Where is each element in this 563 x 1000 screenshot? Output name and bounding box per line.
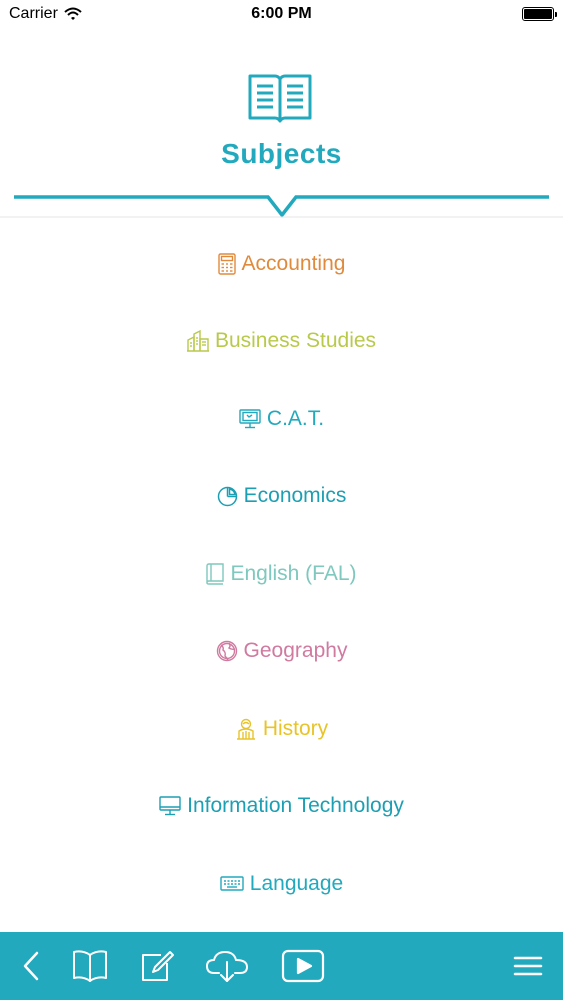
- menu-button[interactable]: [510, 946, 546, 986]
- subject-item-geography[interactable]: Geography: [0, 613, 563, 691]
- subject-label: Language: [249, 871, 344, 895]
- status-time: 6:00 PM: [251, 5, 312, 22]
- buildings-icon: [186, 330, 209, 352]
- page-title: Subjects: [221, 138, 342, 169]
- video-button[interactable]: [280, 946, 326, 986]
- subject-item-cat[interactable]: C.A.T.: [0, 380, 563, 458]
- edit-note-icon: [142, 951, 174, 981]
- status-bar: Carrier 6:00 PM: [0, 0, 563, 30]
- subject-item-business-studies[interactable]: Business Studies: [0, 303, 563, 381]
- subject-item-language[interactable]: Language: [0, 845, 563, 923]
- globe-icon: [216, 641, 237, 662]
- subject-item-economics[interactable]: Economics: [0, 458, 563, 536]
- header: Subjects: [0, 60, 563, 220]
- download-button[interactable]: [204, 946, 250, 986]
- notes-button[interactable]: [138, 946, 176, 986]
- subject-list: Accounting Business Studies C.A.T. Econo…: [0, 225, 563, 923]
- monitor-icon: [159, 796, 181, 816]
- subject-item-english[interactable]: English (FAL): [0, 535, 563, 613]
- open-book-icon: [73, 950, 107, 982]
- subject-item-history[interactable]: History: [0, 690, 563, 768]
- subject-label: Economics: [243, 484, 347, 508]
- header-divider: [0, 195, 563, 218]
- subject-item-information-technology[interactable]: Information Technology: [0, 768, 563, 846]
- keyboard-icon: [220, 876, 244, 891]
- subject-label: Information Technology: [187, 794, 404, 818]
- back-button[interactable]: [14, 946, 48, 986]
- subject-item-accounting[interactable]: Accounting: [0, 225, 563, 303]
- library-button[interactable]: [70, 946, 110, 986]
- subject-label: English (FAL): [230, 561, 357, 585]
- play-video-icon: [281, 949, 325, 983]
- book-icon: [206, 563, 225, 585]
- subject-label: History: [262, 716, 329, 740]
- subject-label: C.A.T.: [266, 406, 325, 430]
- open-book-icon: [248, 74, 312, 123]
- calculator-icon: [217, 253, 236, 275]
- subject-label: Accounting: [241, 251, 346, 275]
- hamburger-menu-icon: [513, 956, 543, 976]
- monument-icon: [236, 718, 255, 740]
- bottom-toolbar: [0, 932, 563, 1000]
- computer-screen-icon: [239, 409, 261, 428]
- back-chevron-icon: [23, 951, 39, 981]
- pie-chart-icon: [217, 486, 237, 506]
- battery-icon: [522, 7, 557, 21]
- subject-label: Geography: [243, 639, 348, 663]
- cloud-download-icon: [206, 951, 248, 982]
- subject-label: Business Studies: [214, 329, 377, 353]
